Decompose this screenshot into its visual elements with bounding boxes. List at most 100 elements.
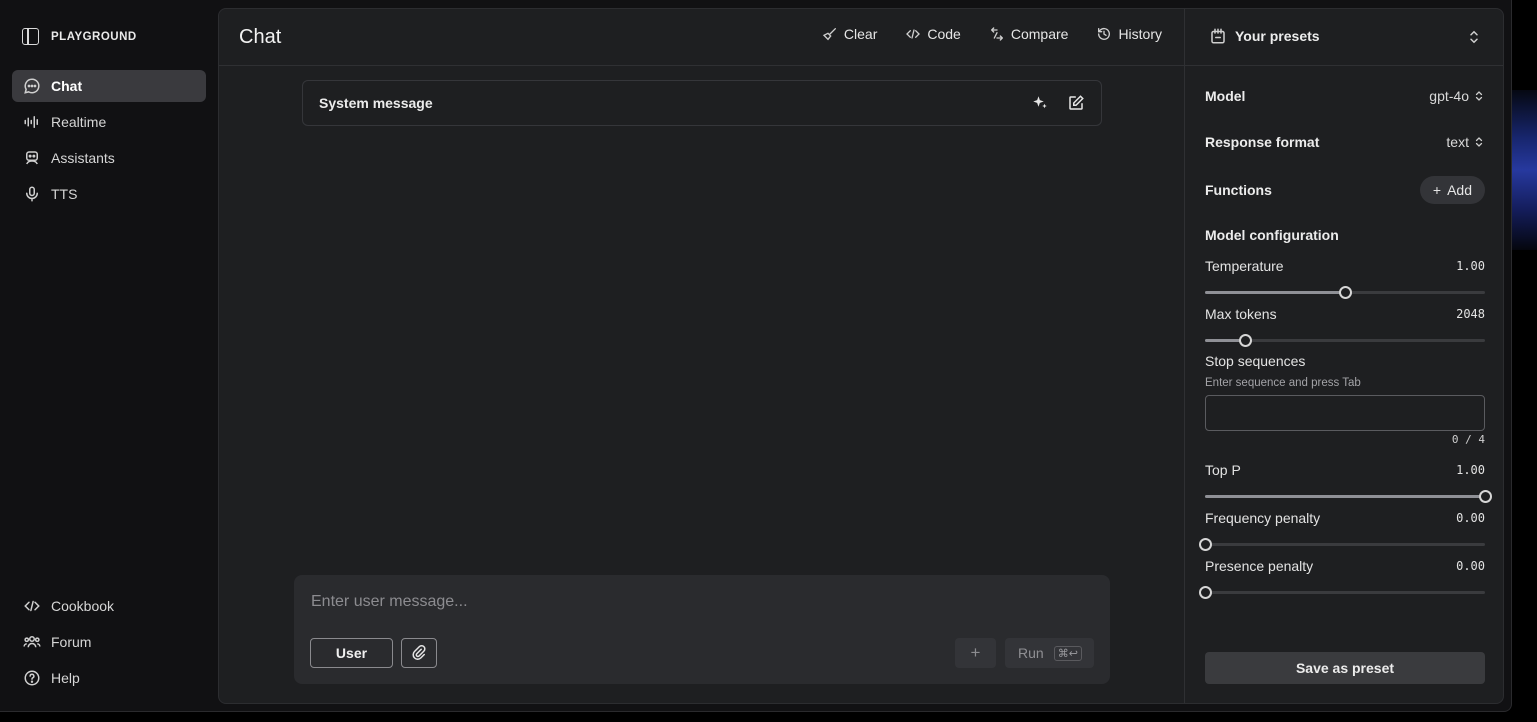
sidebar-item-chat[interactable]: Chat (12, 70, 206, 102)
max-tokens-value[interactable]: 2048 (1456, 307, 1485, 321)
slider-thumb[interactable] (1478, 490, 1492, 503)
slider-fill (1205, 291, 1345, 294)
stop-sequences-label: Stop sequences (1205, 353, 1306, 369)
sidebar-item-label: Help (51, 670, 80, 686)
slider-thumb[interactable] (1338, 286, 1352, 299)
model-value: gpt-4o (1429, 88, 1469, 104)
slider-thumb[interactable] (1198, 586, 1212, 599)
sidebar-nav: Chat Realtime Assistants TTS (12, 70, 206, 214)
stop-sequences-hint: Enter sequence and press Tab (1205, 377, 1361, 389)
edit-icon[interactable] (1067, 94, 1085, 112)
chevron-up-down-icon[interactable] (1465, 28, 1483, 46)
presence-penalty-slider[interactable] (1198, 586, 1485, 599)
history-icon (1096, 26, 1112, 42)
temperature-value[interactable]: 1.00 (1456, 259, 1485, 273)
compare-label: Compare (1010, 26, 1069, 42)
plus-icon: + (1432, 182, 1442, 198)
presets-selector[interactable]: Your presets (1209, 27, 1320, 45)
users-icon (23, 633, 41, 651)
run-shortcut: ⌘↩ (1053, 645, 1082, 661)
model-label: Model (1205, 88, 1246, 104)
frequency-penalty-label: Frequency penalty (1205, 510, 1321, 526)
top-p-value[interactable]: 1.00 (1456, 463, 1485, 477)
clear-button[interactable]: Clear (822, 26, 877, 42)
run-button[interactable]: Run ⌘↩ (1005, 638, 1094, 668)
sidebar-item-cookbook[interactable]: Cookbook (12, 590, 206, 622)
settings-panel: Your presets Model gpt-4o Response forma… (1185, 9, 1503, 703)
code-button[interactable]: Code (905, 26, 961, 42)
chat-bubble-icon (23, 77, 41, 95)
attach-button[interactable] (401, 638, 437, 668)
code-label: Code (927, 26, 961, 42)
sidebar-toggle-icon[interactable] (22, 28, 39, 45)
response-format-select[interactable]: text (1446, 134, 1485, 150)
stop-sequences-param: Stop sequences (1205, 353, 1485, 371)
sidebar-item-realtime[interactable]: Realtime (12, 106, 206, 138)
sidebar-item-label: Cookbook (51, 598, 115, 614)
paperclip-icon (410, 644, 428, 662)
history-label: History (1118, 26, 1162, 42)
temperature-slider[interactable] (1205, 286, 1485, 299)
functions-label: Functions (1205, 182, 1272, 198)
presets-header[interactable]: Your presets (1185, 9, 1503, 66)
message-composer: User + Run ⌘↩ (294, 575, 1110, 684)
robot-icon (23, 149, 41, 167)
functions-row: Functions + Add (1205, 176, 1485, 204)
presets-label: Your presets (1235, 28, 1320, 44)
temperature-label: Temperature (1205, 258, 1284, 274)
compare-icon (989, 26, 1005, 42)
sidebar-item-forum[interactable]: Forum (12, 626, 206, 658)
max-tokens-slider[interactable] (1205, 334, 1485, 347)
sidebar-item-label: TTS (51, 186, 78, 202)
waveform-icon (23, 113, 41, 131)
presence-penalty-value[interactable]: 0.00 (1456, 559, 1485, 573)
brand[interactable]: PLAYGROUND (22, 28, 137, 45)
run-label: Run (1018, 645, 1044, 661)
slider-fill (1205, 495, 1485, 498)
max-tokens-param: Max tokens 2048 (1205, 306, 1485, 347)
stop-sequences-input[interactable] (1205, 395, 1485, 431)
main-panel: Chat Clear Code Compare History System m… (218, 8, 1504, 704)
response-format-value: text (1446, 134, 1469, 150)
frequency-penalty-value[interactable]: 0.00 (1456, 511, 1485, 525)
sidebar-item-help[interactable]: Help (12, 662, 206, 694)
code-icon (905, 26, 921, 42)
sidebar-item-tts[interactable]: TTS (12, 178, 206, 210)
frequency-penalty-slider[interactable] (1198, 538, 1485, 551)
sidebar-item-assistants[interactable]: Assistants (12, 142, 206, 174)
brand-name: PLAYGROUND (51, 30, 137, 43)
slider-thumb[interactable] (1238, 334, 1252, 347)
clear-label: Clear (843, 26, 878, 42)
add-function-button[interactable]: + Add (1419, 176, 1485, 204)
top-p-param: Top P 1.00 (1205, 462, 1492, 503)
add-message-button[interactable]: + (955, 638, 996, 668)
system-message-box[interactable]: System message (302, 80, 1102, 126)
add-function-label: Add (1447, 182, 1472, 198)
presence-penalty-param: Presence penalty 0.00 (1198, 558, 1485, 599)
compare-button[interactable]: Compare (989, 26, 1069, 42)
model-row: Model gpt-4o (1205, 88, 1485, 104)
toolbar: Clear Code Compare History (822, 26, 1162, 42)
slider-thumb[interactable] (1198, 538, 1212, 551)
sidebar-item-label: Chat (51, 78, 83, 94)
top-p-label: Top P (1205, 462, 1241, 478)
save-preset-button[interactable]: Save as preset (1205, 652, 1485, 684)
history-button[interactable]: History (1096, 26, 1162, 42)
sparkle-icon[interactable] (1031, 94, 1049, 112)
system-message-actions (1031, 94, 1085, 112)
top-p-slider[interactable] (1205, 490, 1492, 503)
presence-penalty-label: Presence penalty (1205, 558, 1314, 574)
model-select[interactable]: gpt-4o (1429, 88, 1485, 104)
user-message-input[interactable] (311, 593, 1091, 611)
chevron-up-down-icon (1473, 136, 1485, 148)
sidebar-item-label: Realtime (51, 114, 107, 130)
sidebar-item-label: Assistants (51, 150, 115, 166)
temperature-param: Temperature 1.00 (1205, 258, 1485, 299)
role-toggle-button[interactable]: User (310, 638, 393, 668)
microphone-icon (23, 185, 41, 203)
stop-sequences-count: 0 / 4 (1451, 433, 1485, 446)
system-message-label: System message (319, 95, 433, 111)
app-window: PLAYGROUND Chat Realtime Assistants TTS … (0, 0, 1512, 712)
code-icon (23, 597, 41, 615)
background-glow (1508, 90, 1537, 250)
